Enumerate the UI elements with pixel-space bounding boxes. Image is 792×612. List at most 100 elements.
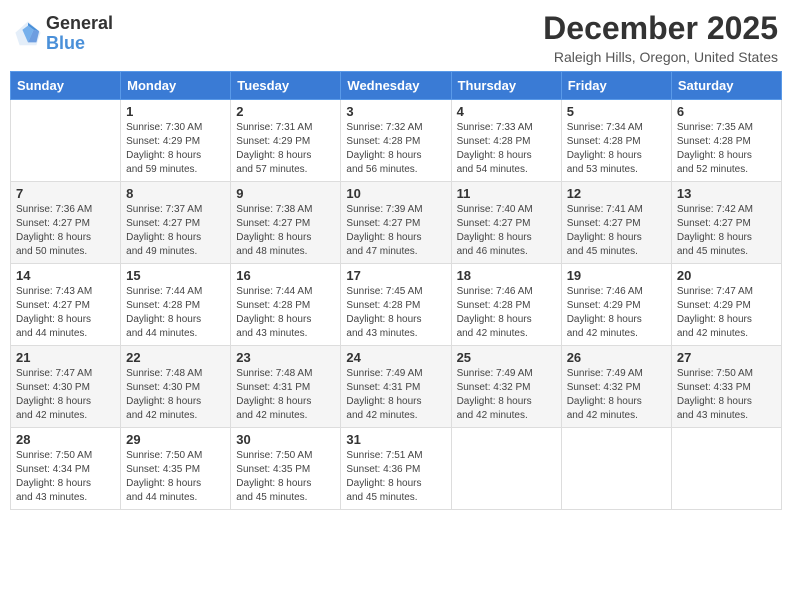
calendar-day-cell: 7 Sunrise: 7:36 AM Sunset: 4:27 PM Daylig… (11, 182, 121, 264)
day-info: Sunrise: 7:51 AM Sunset: 4:36 PM Dayligh… (346, 449, 445, 505)
day-info: Sunrise: 7:48 AM Sunset: 4:31 PM Dayligh… (236, 367, 335, 423)
day-info: Sunrise: 7:46 AM Sunset: 4:28 PM Dayligh… (457, 285, 556, 341)
calendar-day-cell: 20 Sunrise: 7:47 AM Sunset: 4:29 PM Dayli… (671, 264, 781, 346)
day-number: 16 (236, 268, 335, 283)
calendar-day-cell (671, 428, 781, 510)
calendar-day-cell (451, 428, 561, 510)
day-info: Sunrise: 7:33 AM Sunset: 4:28 PM Dayligh… (457, 121, 556, 177)
day-number: 24 (346, 350, 445, 365)
day-number: 4 (457, 104, 556, 119)
day-number: 11 (457, 186, 556, 201)
calendar-table: SundayMondayTuesdayWednesdayThursdayFrid… (10, 71, 782, 510)
calendar-week-row: 21 Sunrise: 7:47 AM Sunset: 4:30 PM Dayli… (11, 346, 782, 428)
calendar-day-cell: 11 Sunrise: 7:40 AM Sunset: 4:27 PM Dayli… (451, 182, 561, 264)
day-number: 28 (16, 432, 115, 447)
calendar-header-sunday: Sunday (11, 72, 121, 100)
day-number: 29 (126, 432, 225, 447)
day-info: Sunrise: 7:41 AM Sunset: 4:27 PM Dayligh… (567, 203, 666, 259)
logo: General Blue (14, 14, 113, 54)
calendar-day-cell: 26 Sunrise: 7:49 AM Sunset: 4:32 PM Dayli… (561, 346, 671, 428)
day-number: 7 (16, 186, 115, 201)
day-info: Sunrise: 7:50 AM Sunset: 4:34 PM Dayligh… (16, 449, 115, 505)
day-info: Sunrise: 7:30 AM Sunset: 4:29 PM Dayligh… (126, 121, 225, 177)
calendar-day-cell: 8 Sunrise: 7:37 AM Sunset: 4:27 PM Daylig… (121, 182, 231, 264)
day-info: Sunrise: 7:32 AM Sunset: 4:28 PM Dayligh… (346, 121, 445, 177)
day-number: 19 (567, 268, 666, 283)
day-info: Sunrise: 7:40 AM Sunset: 4:27 PM Dayligh… (457, 203, 556, 259)
calendar-day-cell: 1Sunrise: 7:30 AM Sunset: 4:29 PM Daylig… (121, 100, 231, 182)
calendar-day-cell: 13Sunrise: 7:42 AM Sunset: 4:27 PM Dayli… (671, 182, 781, 264)
day-number: 31 (346, 432, 445, 447)
day-number: 3 (346, 104, 445, 119)
calendar-day-cell: 29 Sunrise: 7:50 AM Sunset: 4:35 PM Dayli… (121, 428, 231, 510)
day-info: Sunrise: 7:45 AM Sunset: 4:28 PM Dayligh… (346, 285, 445, 341)
calendar-day-cell (561, 428, 671, 510)
calendar-day-cell: 2Sunrise: 7:31 AM Sunset: 4:29 PM Daylig… (231, 100, 341, 182)
calendar-header-wednesday: Wednesday (341, 72, 451, 100)
day-number: 30 (236, 432, 335, 447)
calendar-day-cell: 3 Sunrise: 7:32 AM Sunset: 4:28 PM Daylig… (341, 100, 451, 182)
day-info: Sunrise: 7:44 AM Sunset: 4:28 PM Dayligh… (126, 285, 225, 341)
calendar-day-cell (11, 100, 121, 182)
day-info: Sunrise: 7:47 AM Sunset: 4:30 PM Dayligh… (16, 367, 115, 423)
calendar-day-cell: 10 Sunrise: 7:39 AM Sunset: 4:27 PM Dayli… (341, 182, 451, 264)
day-number: 20 (677, 268, 776, 283)
calendar-header-thursday: Thursday (451, 72, 561, 100)
day-info: Sunrise: 7:39 AM Sunset: 4:27 PM Dayligh… (346, 203, 445, 259)
day-info: Sunrise: 7:49 AM Sunset: 4:31 PM Dayligh… (346, 367, 445, 423)
day-number: 25 (457, 350, 556, 365)
calendar-day-cell: 19 Sunrise: 7:46 AM Sunset: 4:29 PM Dayli… (561, 264, 671, 346)
calendar-day-cell: 18 Sunrise: 7:46 AM Sunset: 4:28 PM Dayli… (451, 264, 561, 346)
calendar-week-row: 14 Sunrise: 7:43 AM Sunset: 4:27 PM Dayli… (11, 264, 782, 346)
day-number: 15 (126, 268, 225, 283)
day-number: 17 (346, 268, 445, 283)
logo-general: General (46, 14, 113, 34)
day-number: 2 (236, 104, 335, 119)
calendar-header-saturday: Saturday (671, 72, 781, 100)
day-number: 8 (126, 186, 225, 201)
day-number: 6 (677, 104, 776, 119)
calendar-day-cell: 9 Sunrise: 7:38 AM Sunset: 4:27 PM Daylig… (231, 182, 341, 264)
day-number: 21 (16, 350, 115, 365)
calendar-day-cell: 14 Sunrise: 7:43 AM Sunset: 4:27 PM Dayli… (11, 264, 121, 346)
day-info: Sunrise: 7:50 AM Sunset: 4:33 PM Dayligh… (677, 367, 776, 423)
calendar-header-tuesday: Tuesday (231, 72, 341, 100)
day-info: Sunrise: 7:43 AM Sunset: 4:27 PM Dayligh… (16, 285, 115, 341)
day-info: Sunrise: 7:44 AM Sunset: 4:28 PM Dayligh… (236, 285, 335, 341)
day-info: Sunrise: 7:49 AM Sunset: 4:32 PM Dayligh… (567, 367, 666, 423)
logo-text: General Blue (46, 14, 113, 54)
day-info: Sunrise: 7:48 AM Sunset: 4:30 PM Dayligh… (126, 367, 225, 423)
day-number: 26 (567, 350, 666, 365)
day-number: 22 (126, 350, 225, 365)
day-info: Sunrise: 7:47 AM Sunset: 4:29 PM Dayligh… (677, 285, 776, 341)
day-number: 18 (457, 268, 556, 283)
day-number: 5 (567, 104, 666, 119)
calendar-day-cell: 17 Sunrise: 7:45 AM Sunset: 4:28 PM Dayli… (341, 264, 451, 346)
calendar-day-cell: 16 Sunrise: 7:44 AM Sunset: 4:28 PM Dayli… (231, 264, 341, 346)
day-info: Sunrise: 7:50 AM Sunset: 4:35 PM Dayligh… (126, 449, 225, 505)
calendar-day-cell: 4 Sunrise: 7:33 AM Sunset: 4:28 PM Daylig… (451, 100, 561, 182)
calendar-day-cell: 5 Sunrise: 7:34 AM Sunset: 4:28 PM Daylig… (561, 100, 671, 182)
month-title: December 2025 (543, 10, 778, 47)
calendar-day-cell: 27Sunrise: 7:50 AM Sunset: 4:33 PM Dayli… (671, 346, 781, 428)
day-number: 10 (346, 186, 445, 201)
day-info: Sunrise: 7:49 AM Sunset: 4:32 PM Dayligh… (457, 367, 556, 423)
day-info: Sunrise: 7:38 AM Sunset: 4:27 PM Dayligh… (236, 203, 335, 259)
calendar-day-cell: 31 Sunrise: 7:51 AM Sunset: 4:36 PM Dayli… (341, 428, 451, 510)
calendar-day-cell: 6 Sunrise: 7:35 AM Sunset: 4:28 PM Daylig… (671, 100, 781, 182)
calendar-day-cell: 22 Sunrise: 7:48 AM Sunset: 4:30 PM Dayli… (121, 346, 231, 428)
day-info: Sunrise: 7:37 AM Sunset: 4:27 PM Dayligh… (126, 203, 225, 259)
calendar-day-cell: 12Sunrise: 7:41 AM Sunset: 4:27 PM Dayli… (561, 182, 671, 264)
day-number: 9 (236, 186, 335, 201)
day-info: Sunrise: 7:36 AM Sunset: 4:27 PM Dayligh… (16, 203, 115, 259)
day-info: Sunrise: 7:34 AM Sunset: 4:28 PM Dayligh… (567, 121, 666, 177)
calendar-week-row: 28 Sunrise: 7:50 AM Sunset: 4:34 PM Dayli… (11, 428, 782, 510)
day-number: 14 (16, 268, 115, 283)
calendar-day-cell: 30Sunrise: 7:50 AM Sunset: 4:35 PM Dayli… (231, 428, 341, 510)
logo-blue: Blue (46, 34, 113, 54)
day-info: Sunrise: 7:46 AM Sunset: 4:29 PM Dayligh… (567, 285, 666, 341)
calendar-header-friday: Friday (561, 72, 671, 100)
day-info: Sunrise: 7:35 AM Sunset: 4:28 PM Dayligh… (677, 121, 776, 177)
calendar-day-cell: 23Sunrise: 7:48 AM Sunset: 4:31 PM Dayli… (231, 346, 341, 428)
calendar-day-cell: 24 Sunrise: 7:49 AM Sunset: 4:31 PM Dayli… (341, 346, 451, 428)
